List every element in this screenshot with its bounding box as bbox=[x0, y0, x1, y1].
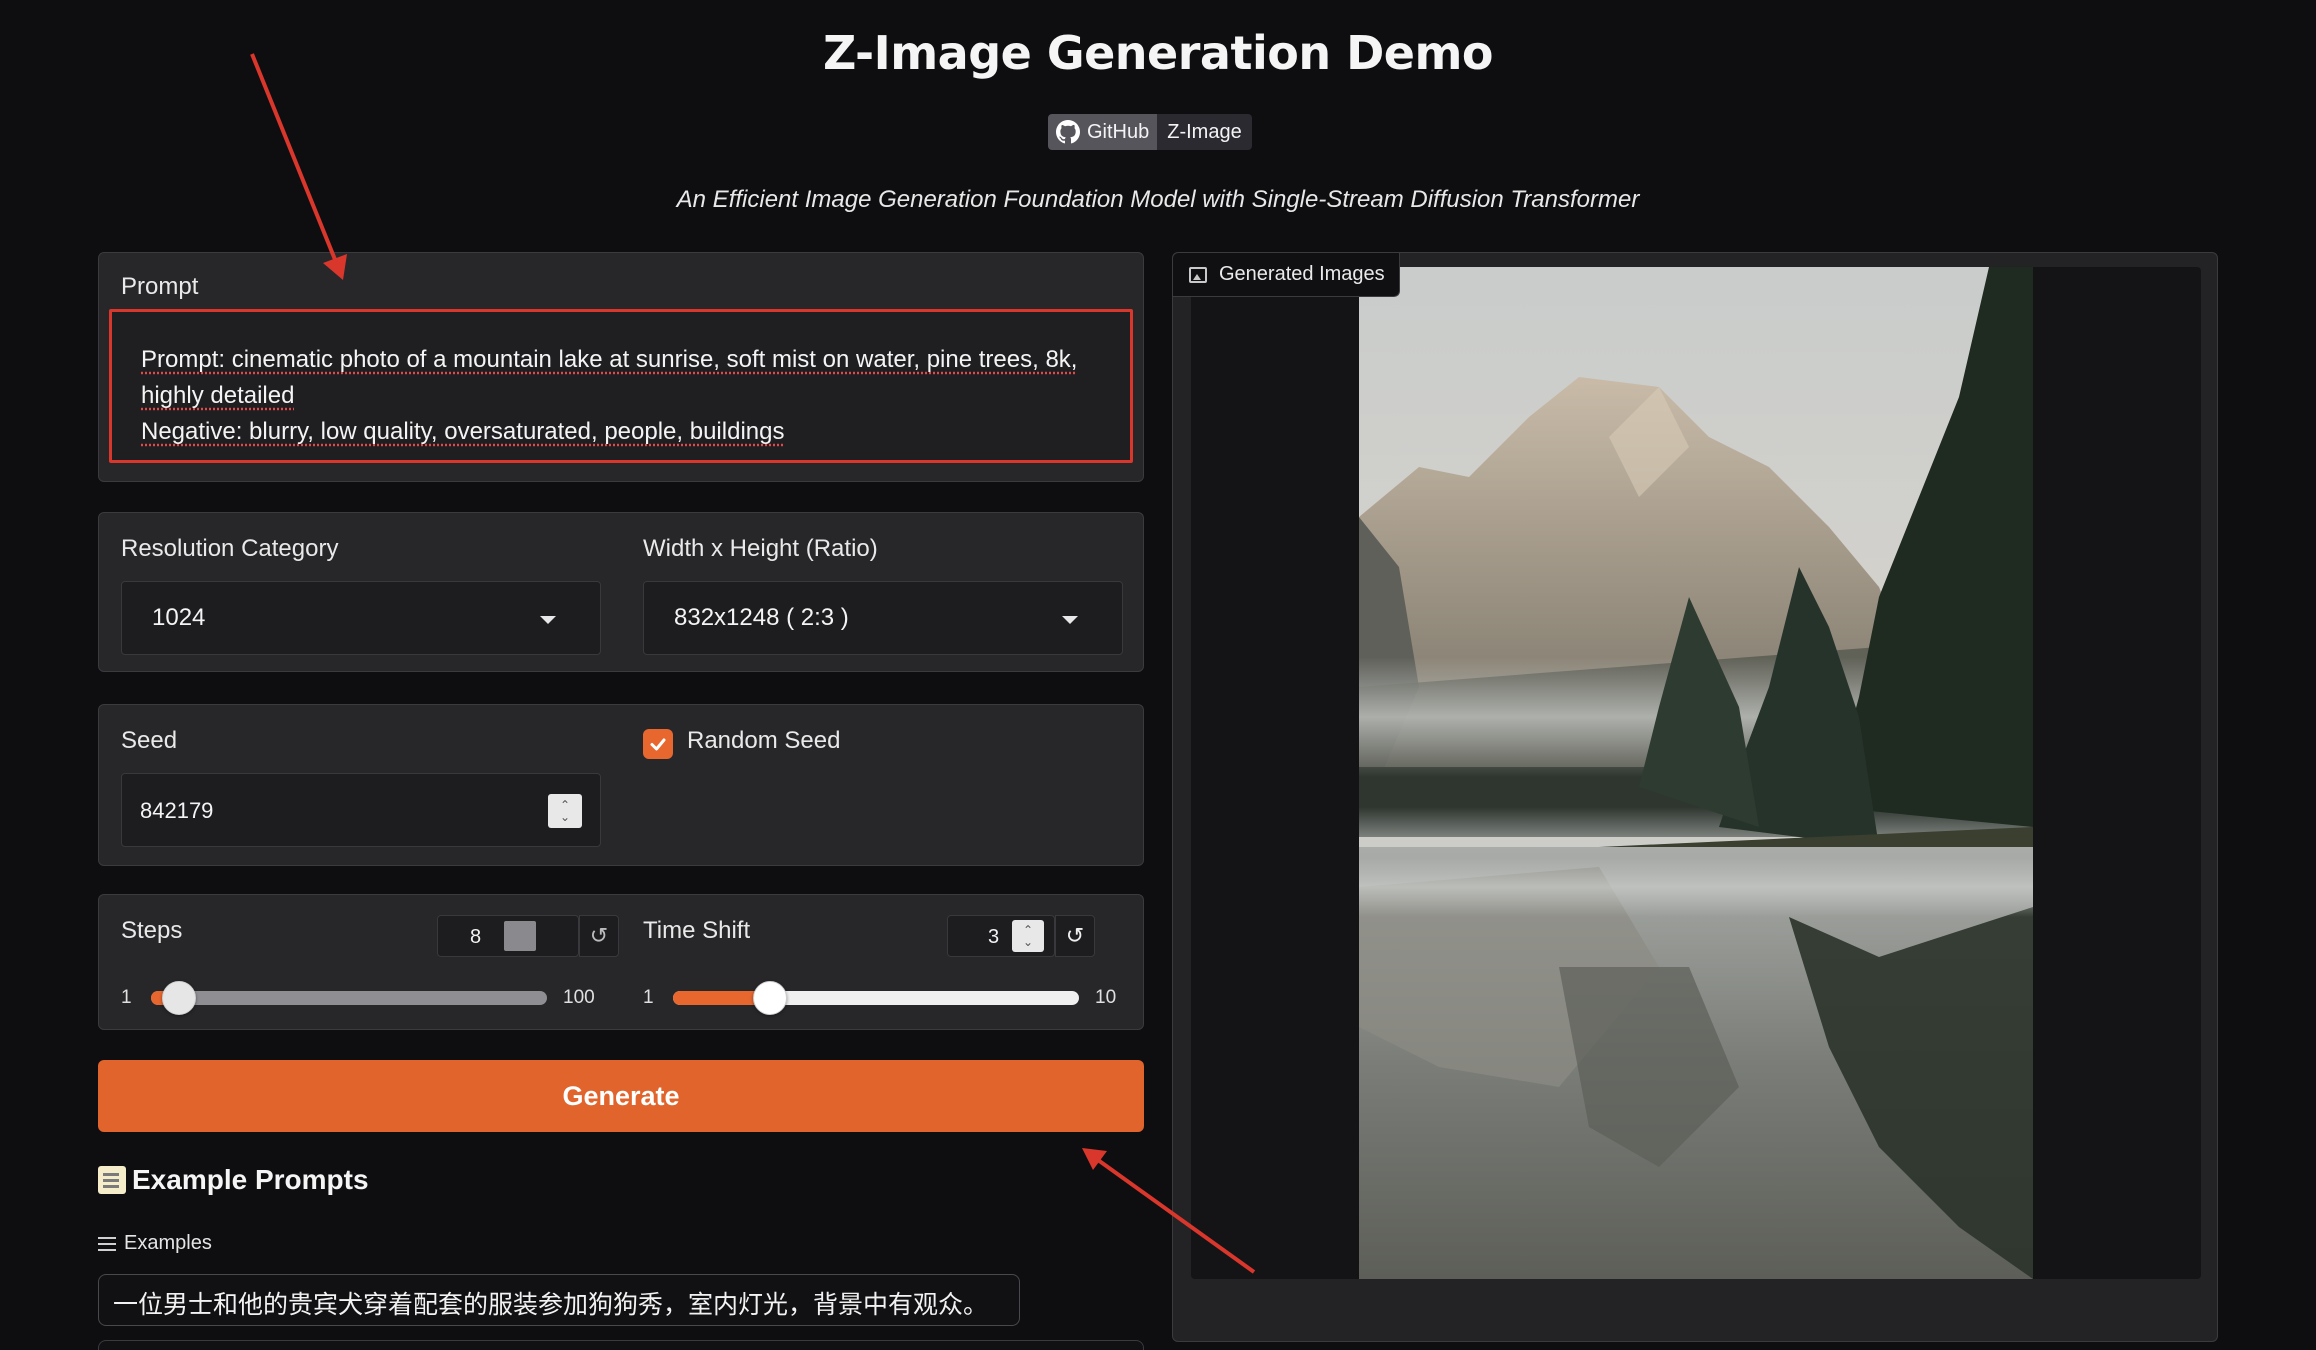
example-prompt-item[interactable]: 一位男士和他的贵宾犬穿着配套的服装参加狗狗秀，室内灯光，背景中有观众。 bbox=[98, 1274, 1020, 1326]
checkmark-icon bbox=[650, 738, 666, 751]
size-dropdown[interactable]: 832x1248 ( 2:3 ) bbox=[643, 581, 1123, 655]
seed-value: 842179 bbox=[140, 798, 214, 823]
example-prompts-title: Example Prompts bbox=[132, 1164, 369, 1195]
time-shift-number-input[interactable]: 3 ⌃ ⌄ bbox=[947, 915, 1055, 957]
github-badge[interactable]: GitHub Z-Image bbox=[1048, 114, 1252, 150]
steps-number-input[interactable]: 8 bbox=[437, 915, 579, 957]
prompt-textarea[interactable]: Prompt: cinematic photo of a mountain la… bbox=[109, 309, 1133, 463]
prompt-text-line-2: highly detailed bbox=[141, 382, 295, 409]
prompt-panel: Prompt Prompt: cinematic photo of a moun… bbox=[98, 252, 1144, 482]
steps-value: 8 bbox=[470, 926, 482, 948]
repo-badge-label[interactable]: Z-Image bbox=[1157, 114, 1252, 150]
reset-icon: ↺ bbox=[589, 923, 609, 948]
size-value: 832x1248 ( 2:3 ) bbox=[674, 604, 849, 631]
time-shift-reset-button[interactable]: ↺ bbox=[1055, 915, 1095, 957]
resolution-category-label: Resolution Category bbox=[121, 535, 339, 562]
time-shift-slider-thumb[interactable] bbox=[753, 981, 787, 1015]
steps-max: 100 bbox=[563, 987, 595, 1008]
prompt-label: Prompt bbox=[121, 273, 199, 300]
random-seed-label: Random Seed bbox=[687, 727, 841, 754]
steps-slider[interactable] bbox=[151, 981, 547, 1015]
prompt-text-line-1: Prompt: cinematic photo of a mountain la… bbox=[141, 346, 1078, 373]
memo-icon bbox=[98, 1166, 126, 1194]
github-icon bbox=[1056, 120, 1080, 144]
chevron-down-icon bbox=[540, 616, 556, 624]
resolution-panel: Resolution Category 1024 Width x Height … bbox=[98, 512, 1144, 672]
list-icon bbox=[98, 1236, 116, 1251]
steps-min: 1 bbox=[121, 987, 132, 1008]
time-shift-slider[interactable] bbox=[673, 981, 1079, 1015]
example-prompt-item[interactable] bbox=[98, 1340, 1144, 1350]
page-title: Z-Image Generation Demo bbox=[822, 26, 1494, 80]
seed-input[interactable]: 842179 ⌃ ⌄ bbox=[121, 773, 601, 847]
size-label: Width x Height (Ratio) bbox=[643, 535, 878, 562]
example-prompts-heading: Example Prompts bbox=[98, 1164, 369, 1196]
resolution-category-dropdown[interactable]: 1024 bbox=[121, 581, 601, 655]
generated-images-tab[interactable]: Generated Images bbox=[1173, 253, 1400, 297]
generated-image[interactable] bbox=[1359, 267, 2033, 1279]
generated-images-label: Generated Images bbox=[1219, 263, 1385, 285]
chevron-down-icon bbox=[1062, 616, 1078, 624]
generated-images-gallery: Generated Images bbox=[1172, 252, 2218, 1342]
sampling-panel: Steps 8 ↺ 1 100 Time Shift 3 ⌃ ⌄ ↺ 1 10 bbox=[98, 894, 1144, 1030]
prompt-text-line-3: Negative: blurry, low quality, oversatur… bbox=[141, 418, 785, 445]
steps-slider-thumb[interactable] bbox=[162, 981, 196, 1015]
github-badge-left[interactable]: GitHub bbox=[1048, 114, 1158, 150]
image-preview-area bbox=[1191, 267, 2201, 1279]
time-shift-value: 3 bbox=[988, 926, 1000, 948]
generate-button[interactable]: Generate bbox=[98, 1060, 1144, 1132]
steps-stepper[interactable] bbox=[504, 921, 536, 951]
resolution-category-value: 1024 bbox=[152, 604, 206, 631]
time-shift-min: 1 bbox=[643, 987, 654, 1008]
seed-stepper[interactable]: ⌃ ⌄ bbox=[548, 794, 582, 828]
time-shift-stepper[interactable]: ⌃ ⌄ bbox=[1012, 920, 1044, 952]
time-shift-label: Time Shift bbox=[643, 917, 751, 944]
page-subtitle: An Efficient Image Generation Foundation… bbox=[676, 186, 1640, 213]
reset-icon: ↺ bbox=[1065, 923, 1085, 948]
seed-label: Seed bbox=[121, 727, 178, 754]
image-icon bbox=[1189, 266, 1207, 283]
steps-reset-button[interactable]: ↺ bbox=[579, 915, 619, 957]
seed-panel: Seed 842179 ⌃ ⌄ Random Seed bbox=[98, 704, 1144, 866]
steps-label: Steps bbox=[121, 917, 183, 944]
annotation-arrow-to-prompt bbox=[250, 53, 347, 280]
time-shift-max: 10 bbox=[1095, 987, 1117, 1008]
app-page: Z-Image Generation Demo GitHub Z-Image A… bbox=[0, 0, 2316, 1350]
examples-label-text: Examples bbox=[124, 1232, 212, 1254]
examples-label: Examples bbox=[98, 1232, 212, 1255]
random-seed-checkbox[interactable] bbox=[643, 729, 673, 759]
github-badge-label: GitHub bbox=[1087, 120, 1150, 143]
